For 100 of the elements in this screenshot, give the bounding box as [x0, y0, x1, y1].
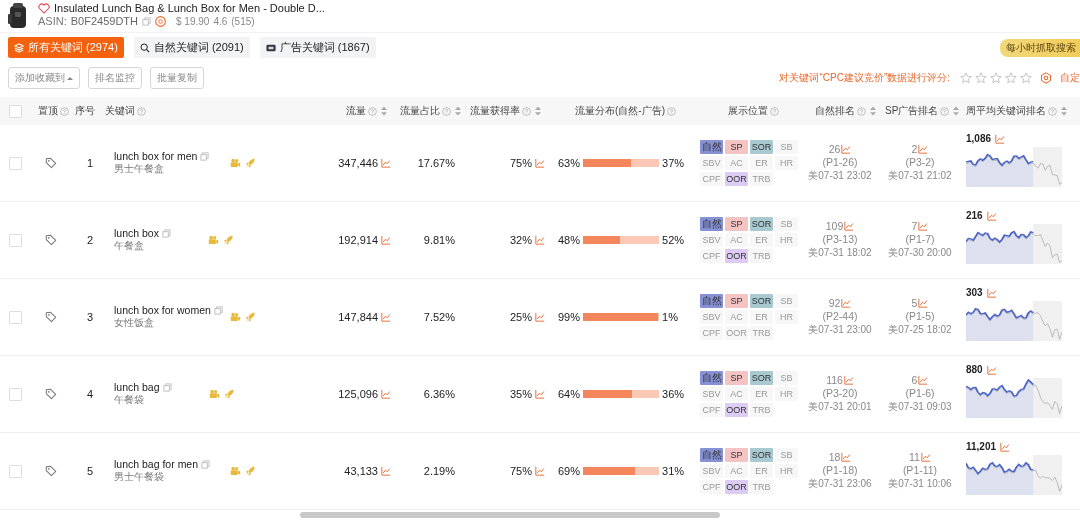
copy-icon[interactable] — [201, 459, 211, 469]
column-header[interactable]: 流量 — [346, 104, 387, 118]
sort-icon[interactable] — [381, 106, 387, 116]
heart-icon[interactable] — [38, 2, 50, 14]
rank-page: (P1-6) — [905, 387, 935, 399]
placement-tag: AC — [725, 156, 748, 170]
column-header[interactable]: 置顶 — [38, 104, 69, 118]
row-checkbox[interactable] — [8, 464, 22, 478]
rank-page: (P3-20) — [822, 387, 858, 399]
row-checkbox[interactable] — [8, 387, 22, 401]
copy-icon[interactable] — [200, 151, 210, 161]
rank-time: 美07-31 18:02 — [808, 246, 872, 260]
trend-icon[interactable] — [841, 144, 852, 154]
trend-icon[interactable] — [381, 158, 391, 168]
help-icon[interactable] — [1048, 106, 1057, 116]
trend-icon[interactable] — [535, 235, 545, 245]
tag-icon[interactable] — [45, 157, 57, 169]
keyword[interactable]: lunch box — [114, 227, 159, 239]
keyword[interactable]: lunch bag — [114, 381, 160, 393]
toolbar-button[interactable]: 批量复制 — [150, 67, 204, 89]
trend-icon[interactable] — [1000, 441, 1011, 452]
trend-icon[interactable] — [986, 287, 997, 298]
help-icon[interactable] — [667, 106, 676, 116]
toolbar-button[interactable]: 排名监控 — [88, 67, 142, 89]
column-header[interactable]: 展示位置 — [728, 104, 779, 118]
trend-icon[interactable] — [841, 298, 852, 308]
trend-icon[interactable] — [918, 298, 929, 308]
rank-value: 92 — [828, 297, 841, 309]
trend-icon[interactable] — [535, 312, 545, 322]
star-rating[interactable] — [960, 72, 1032, 84]
help-icon[interactable] — [442, 106, 451, 116]
trend-icon[interactable] — [918, 221, 929, 231]
trend-icon[interactable] — [535, 158, 545, 168]
column-header[interactable]: 关键词 — [105, 104, 146, 118]
placement-tag: 自然 — [700, 140, 723, 154]
trend-icon[interactable] — [381, 312, 391, 322]
copy-icon[interactable] — [162, 382, 172, 392]
keyword[interactable]: lunch bag for men — [114, 458, 199, 470]
trend-icon[interactable] — [381, 235, 391, 245]
column-header[interactable]: 流量分布(自然-广告) — [575, 104, 676, 118]
row-checkbox[interactable] — [8, 310, 22, 324]
trend-icon[interactable] — [535, 389, 545, 399]
help-icon[interactable] — [137, 106, 146, 116]
sort-icon[interactable] — [1061, 106, 1067, 116]
select-all-checkbox[interactable] — [8, 104, 22, 118]
trend-icon[interactable] — [844, 221, 855, 231]
trend-icon[interactable] — [918, 375, 929, 385]
keyword[interactable]: lunch box for men — [114, 150, 198, 162]
sort-icon[interactable] — [535, 106, 541, 116]
tag-icon[interactable] — [45, 388, 57, 400]
column-header[interactable]: SP广告排名 — [885, 104, 960, 118]
column-header[interactable]: 流量获得率 — [470, 104, 541, 118]
copy-icon[interactable] — [161, 228, 171, 238]
traffic-value: 43,133 — [344, 465, 378, 477]
placement-tag: TRB — [750, 403, 773, 417]
column-header[interactable]: 自然排名 — [815, 104, 876, 118]
sort-icon[interactable] — [953, 106, 960, 116]
help-icon[interactable] — [770, 106, 779, 116]
column-header[interactable]: 流量占比 — [400, 104, 461, 118]
filter-tab[interactable]: 自然关键词 (2091) — [133, 37, 250, 58]
product-title[interactable]: Insulated Lunch Bag & Lunch Box for Men - Double D... — [54, 2, 325, 14]
sort-icon[interactable] — [455, 106, 461, 116]
filter-tab[interactable]: 广告关键词 (1867) — [259, 37, 376, 58]
settings-icon[interactable] — [1040, 72, 1052, 84]
row-checkbox[interactable] — [8, 233, 22, 247]
horizontal-scrollbar[interactable] — [300, 512, 720, 518]
keyword[interactable]: lunch box for women — [114, 304, 211, 316]
help-icon[interactable] — [522, 106, 531, 116]
placement-tag: OOR — [725, 326, 748, 340]
trend-icon[interactable] — [920, 452, 931, 462]
weekly-rank: 11,201 — [966, 441, 997, 452]
trend-icon[interactable] — [986, 364, 997, 375]
help-icon[interactable] — [60, 106, 69, 116]
rocket-icon — [222, 235, 234, 245]
toolbar-button[interactable]: 添加收藏到 — [8, 67, 80, 89]
row-checkbox[interactable] — [8, 156, 22, 170]
help-icon[interactable] — [857, 106, 866, 116]
trend-icon[interactable] — [381, 389, 391, 399]
placement-tag: SOR — [750, 217, 773, 231]
tag-icon[interactable] — [45, 465, 57, 477]
help-icon[interactable] — [368, 106, 377, 116]
trend-icon[interactable] — [381, 466, 391, 476]
tag-icon[interactable] — [45, 234, 57, 246]
sort-icon[interactable] — [870, 106, 876, 116]
copy-icon[interactable] — [142, 16, 151, 26]
custom-link[interactable]: 自定 — [1060, 71, 1080, 85]
rank-value: 11 — [909, 451, 920, 463]
tag-icon[interactable] — [45, 311, 57, 323]
column-header[interactable]: 序号 — [75, 104, 95, 118]
help-icon[interactable] — [940, 106, 950, 116]
trend-icon[interactable] — [843, 375, 854, 385]
rank-value: 18 — [828, 451, 841, 463]
copy-icon[interactable] — [213, 305, 223, 315]
trend-icon[interactable] — [918, 144, 929, 154]
column-header[interactable]: 周平均关键词排名 — [966, 104, 1067, 118]
trend-icon[interactable] — [841, 452, 852, 462]
trend-icon[interactable] — [535, 466, 545, 476]
trend-icon[interactable] — [995, 133, 1006, 144]
placement-tag: 自然 — [700, 371, 723, 385]
trend-icon[interactable] — [986, 210, 997, 221]
